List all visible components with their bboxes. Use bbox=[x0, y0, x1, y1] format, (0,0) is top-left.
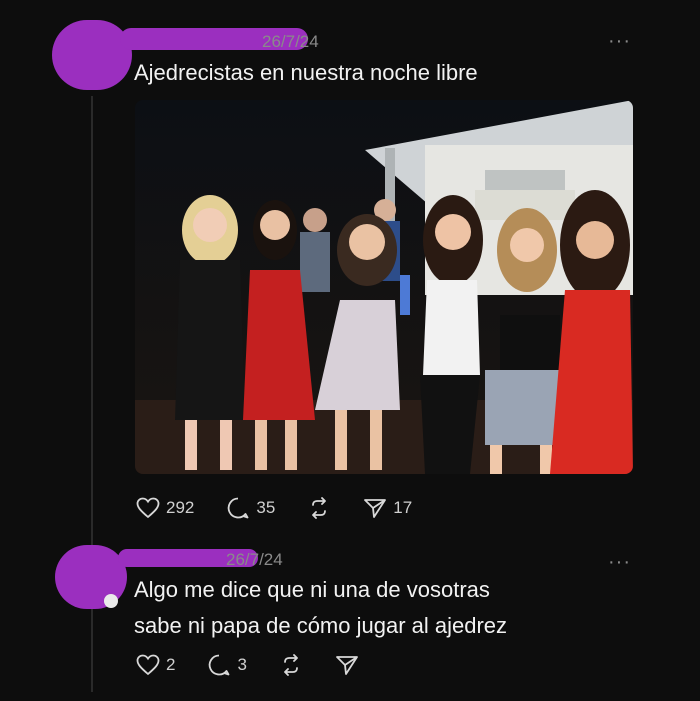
reply-actions: 2 3 bbox=[136, 653, 391, 677]
reply-button[interactable]: 3 bbox=[207, 653, 247, 677]
reply-count: 3 bbox=[237, 655, 247, 674]
post-original: 26/7/24 ··· Ajedrecistas en nuestra noch… bbox=[0, 0, 700, 535]
like-count: 2 bbox=[166, 655, 176, 674]
reply-button[interactable]: 35 bbox=[226, 496, 275, 520]
like-button[interactable]: 2 bbox=[136, 654, 175, 676]
post-photo[interactable] bbox=[135, 100, 633, 474]
comment-icon bbox=[228, 497, 249, 519]
reply-text-line-1: Algo me dice que ni una de vosotras bbox=[134, 577, 490, 602]
share-count: 17 bbox=[393, 498, 413, 517]
heart-icon bbox=[136, 654, 160, 676]
post-date: 26/7/24 bbox=[262, 32, 319, 51]
post-text: Ajedrecistas en nuestra noche libre bbox=[134, 60, 478, 85]
avatar-badge bbox=[104, 594, 118, 608]
repost-button[interactable] bbox=[307, 497, 331, 519]
post-reply: 26/7/24 ··· Algo me dice que ni una de v… bbox=[0, 535, 700, 701]
redacted-avatar bbox=[52, 20, 132, 90]
post-actions: 292 35 17 bbox=[136, 496, 444, 520]
repost-icon bbox=[312, 497, 327, 519]
reply-date: 26/7/24 bbox=[226, 550, 283, 569]
reply-count: 35 bbox=[256, 498, 276, 517]
more-options-icon[interactable]: ··· bbox=[608, 552, 631, 572]
photo-illustration bbox=[135, 100, 633, 474]
share-button[interactable]: 17 bbox=[363, 497, 412, 519]
like-count: 292 bbox=[166, 498, 195, 517]
repost-icon bbox=[284, 654, 298, 676]
share-button[interactable] bbox=[335, 654, 359, 676]
comment-icon bbox=[209, 654, 230, 676]
like-button[interactable]: 292 bbox=[136, 497, 194, 519]
heart-icon bbox=[136, 497, 160, 519]
reply-text-line-2: sabe ni papa de cómo jugar al ajedrez bbox=[134, 613, 508, 638]
repost-button[interactable] bbox=[279, 654, 303, 676]
send-icon bbox=[364, 499, 387, 518]
more-options-icon[interactable]: ··· bbox=[608, 31, 631, 51]
send-icon bbox=[336, 656, 358, 675]
